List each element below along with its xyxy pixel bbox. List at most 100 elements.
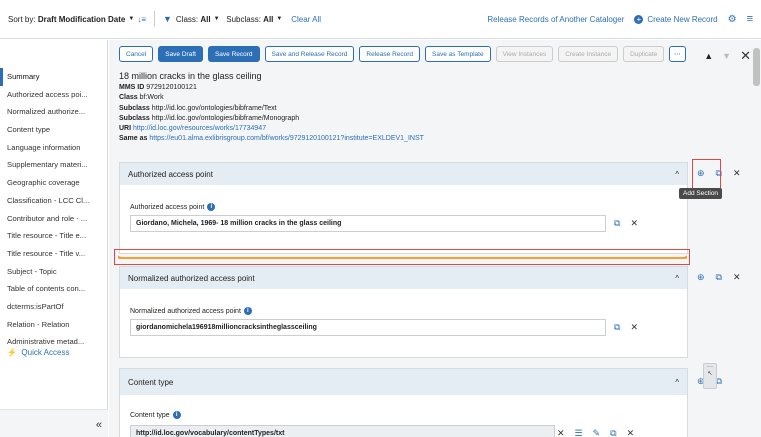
field-label: Authorized access point i (130, 203, 687, 211)
same-as-label: Same as (119, 135, 148, 143)
same-as-link[interactable]: https://eu01.alma.exlibrisgroup.com/bf/w… (149, 135, 424, 142)
release-other-cataloger-link[interactable]: Release Records of Another Cataloger (487, 15, 624, 24)
remove-icon[interactable]: ✕ (627, 428, 635, 437)
record-navigation: ▲ ▼ ✕ (704, 48, 751, 64)
sidebar-item-language-information[interactable]: Language information (0, 139, 107, 157)
create-instance-button[interactable]: Create Instance (558, 46, 619, 62)
chevron-down-icon[interactable]: ▼ (276, 16, 282, 22)
scrollbar-thumb[interactable] (753, 48, 760, 86)
edit-icon[interactable]: ✎ (593, 428, 601, 437)
gear-icon[interactable]: ⚙ (728, 14, 737, 25)
sort-label: Sort by: (8, 14, 36, 24)
save-draft-button[interactable]: Save Draft (158, 46, 203, 62)
subclass-label: Subclass (119, 114, 150, 122)
class-dropdown[interactable]: All (200, 15, 210, 24)
quick-access-label: Quick Access (21, 348, 70, 357)
copy-icon[interactable]: ⧉ (614, 218, 620, 229)
subclass-dropdown[interactable]: All (263, 15, 273, 24)
sidebar-item-supplementary-material[interactable]: Supplementary materi... (0, 156, 107, 174)
copy-icon[interactable]: ⧉ (610, 428, 616, 437)
create-new-record-link[interactable]: + Create New Record (634, 14, 718, 24)
sidebar-item-content-type[interactable]: Content type (0, 121, 107, 139)
divider (154, 11, 155, 27)
view-instances-button[interactable]: View Instances (495, 46, 554, 62)
copy-section-icon[interactable]: ⧉ (716, 272, 722, 283)
collapse-sidebar-icon[interactable]: « (96, 419, 102, 431)
field-label-text: Authorized access point (130, 203, 205, 211)
chevron-up-icon[interactable]: ^ (675, 274, 679, 283)
chevron-up-icon[interactable]: ^ (675, 378, 679, 387)
clear-icon[interactable]: ✕ (557, 428, 565, 437)
sidebar-item-title-resource-v[interactable]: Title resource - Title v... (0, 245, 107, 263)
content-type-input[interactable]: http://id.loc.gov/vocabulary/contentType… (130, 425, 555, 437)
sidebar-item-relation[interactable]: Relation - Relation (0, 316, 107, 334)
field-label: Normalized authorized access point i (130, 307, 687, 315)
class-label: Class (119, 94, 138, 102)
subclass-value-1: http://id.loc.gov/ontologies/bibframe/Te… (151, 104, 277, 112)
scrollbar[interactable] (752, 40, 761, 437)
drop-indicator-line: ▸ ◂ (118, 254, 687, 261)
save-record-button[interactable]: Save Record (207, 46, 260, 62)
remove-section-icon[interactable]: ✕ (733, 168, 741, 179)
create-new-record-label: Create New Record (647, 14, 718, 24)
chevron-down-icon[interactable]: ▼ (214, 16, 220, 22)
next-record-icon[interactable]: ▼ (722, 51, 731, 61)
section-header[interactable]: Content type ^ (120, 369, 687, 395)
sidebar-item-title-resource-e[interactable]: Title resource - Title e... (0, 227, 107, 245)
clear-all-link[interactable]: Clear All (291, 15, 321, 24)
info-icon[interactable]: i (207, 203, 216, 211)
field-actions: ✕ ☰ ✎ ⧉ ✕ (557, 428, 634, 437)
list-icon[interactable]: ☰ (575, 428, 583, 437)
sidebar-item-classification[interactable]: Classification - LCC Cl... (0, 192, 107, 210)
quick-access-link[interactable]: ⚡ Quick Access (7, 348, 69, 357)
remove-icon[interactable]: ✕ (630, 322, 638, 333)
uri-link[interactable]: http://id.loc.gov/resources/works/177349… (133, 125, 266, 132)
sidebar-item-contributor-role[interactable]: Contributor and role - ... (0, 210, 107, 228)
uri-label: URI (119, 125, 132, 133)
record-title: 18 million cracks in the glass ceiling (119, 71, 262, 81)
info-icon[interactable]: i (172, 411, 181, 419)
section-header[interactable]: Authorized access point ^ (120, 163, 687, 185)
sidebar-item-normalized-authorized[interactable]: Normalized authorize... (0, 103, 107, 121)
close-icon[interactable]: ✕ (740, 48, 751, 64)
sidebar-item-geographic-coverage[interactable]: Geographic coverage (0, 174, 107, 192)
sidebar-item-authorized-access-point[interactable]: Authorized access poi... (0, 86, 107, 104)
save-and-release-button[interactable]: Save and Release Record (264, 46, 355, 62)
release-record-button[interactable]: Release Record (359, 46, 421, 62)
section-authorized-access-point: Authorized access point ^ Authorized acc… (119, 162, 688, 254)
sidebar-item-summary[interactable]: Summary (0, 68, 107, 86)
info-icon[interactable]: i (243, 307, 252, 315)
sidebar-item-is-part-of[interactable]: dcterms:isPartOf (0, 298, 107, 316)
cancel-button[interactable]: Cancel (119, 46, 154, 62)
copy-icon[interactable]: ⧉ (614, 322, 620, 333)
hamburger-menu-icon[interactable]: ≡ (747, 13, 753, 25)
sort-direction-icon[interactable]: ↓≡ (137, 15, 146, 24)
field-label: Content type i (130, 411, 687, 419)
section-header[interactable]: Normalized authorized access point ^ (120, 267, 687, 289)
remove-icon[interactable]: ✕ (630, 218, 638, 229)
duplicate-button[interactable]: Duplicate (623, 46, 665, 62)
sort-dropdown[interactable]: Draft Modification Date (38, 15, 126, 24)
remove-section-icon[interactable]: ✕ (733, 272, 741, 283)
top-filter-bar: Sort by: Draft Modification Date ▼ ↓≡ ▼ … (0, 0, 761, 39)
authorized-access-point-input[interactable]: Giordano, Michela, 1969- 18 million crac… (130, 215, 606, 232)
subclass-label: Subclass (119, 104, 150, 112)
plus-circle-icon: + (634, 14, 644, 24)
class-value: bf:Work (139, 94, 164, 102)
drag-handle[interactable]: ··· ↖ (703, 363, 717, 389)
section-title: Authorized access point (128, 169, 213, 179)
normalized-access-point-input[interactable]: giordanomichela196918millioncracksintheg… (130, 319, 606, 336)
section-content-type: Content type ^ Content type i http://id.l… (119, 368, 688, 437)
add-section-icon[interactable]: ⊕ (697, 272, 705, 283)
filter-icon: ▼ (163, 14, 172, 24)
lightning-icon: ⚡ (7, 348, 17, 357)
field-label-text: Normalized authorized access point (130, 307, 241, 315)
chevron-up-icon[interactable]: ^ (675, 170, 679, 179)
chevron-down-icon[interactable]: ▼ (128, 16, 134, 22)
sidebar-item-subject-topic[interactable]: Subject - Topic (0, 263, 107, 281)
more-actions-button[interactable]: ··· (669, 46, 686, 62)
section-title: Content type (128, 377, 174, 387)
sidebar-item-table-of-contents[interactable]: Table of contents con... (0, 280, 107, 298)
save-as-template-button[interactable]: Save as Template (425, 46, 491, 62)
previous-record-icon[interactable]: ▲ (704, 51, 713, 61)
